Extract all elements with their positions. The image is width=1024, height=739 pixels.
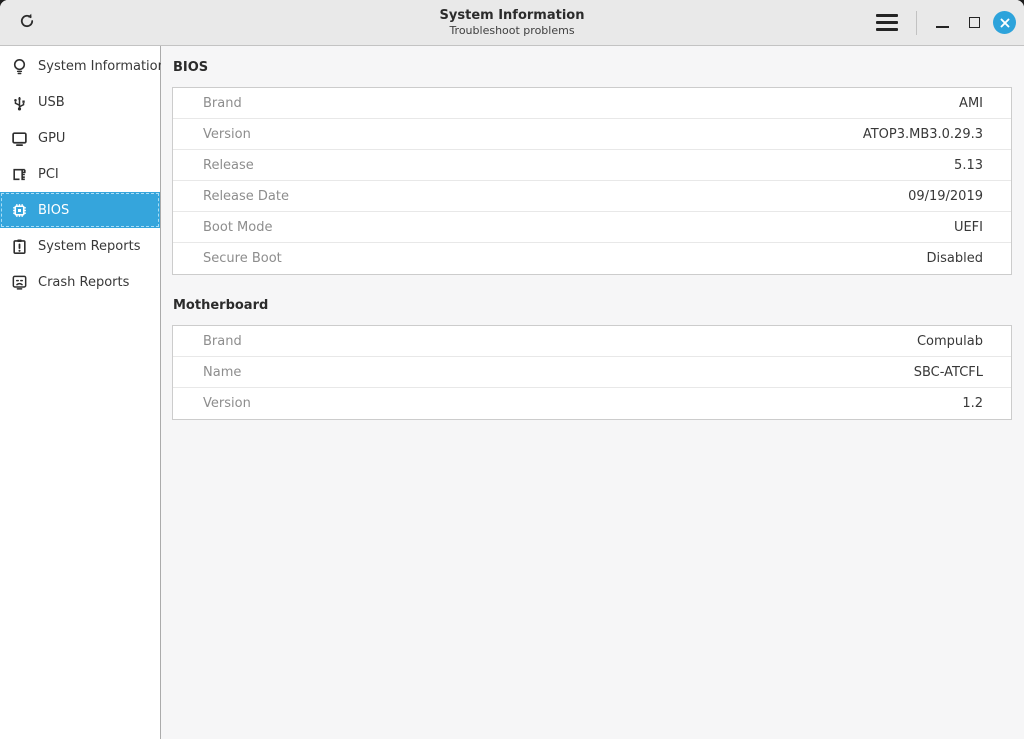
table-row: BrandCompulab xyxy=(173,326,1011,357)
section-title: BIOS xyxy=(173,60,1012,75)
sidebar-item-pci[interactable]: PCI xyxy=(0,156,160,192)
table-row: VersionATOP3.MB3.0.29.3 xyxy=(173,119,1011,150)
main-content: BIOSBrandAMIVersionATOP3.MB3.0.29.3Relea… xyxy=(161,46,1024,739)
row-value: 5.13 xyxy=(954,158,1011,173)
sidebar-item-label: System Reports xyxy=(38,239,140,254)
maximize-icon xyxy=(969,17,980,28)
row-label: Boot Mode xyxy=(173,220,954,235)
table-row: NameSBC-ATCFL xyxy=(173,357,1011,388)
lightbulb-icon xyxy=(10,57,28,75)
app-window: System Information Troubleshoot problems xyxy=(0,0,1024,739)
sidebar-item-label: Crash Reports xyxy=(38,275,129,290)
row-value: AMI xyxy=(959,96,1011,111)
table-row: Release Date09/19/2019 xyxy=(173,181,1011,212)
bios-section: BIOSBrandAMIVersionATOP3.MB3.0.29.3Relea… xyxy=(172,60,1012,275)
crash-face-icon xyxy=(10,273,28,291)
sidebar-item-label: USB xyxy=(38,95,65,110)
sidebar-item-bios[interactable]: BIOS xyxy=(0,192,160,228)
sidebar-item-usb[interactable]: USB xyxy=(0,84,160,120)
row-label: Release xyxy=(173,158,954,173)
row-value: ATOP3.MB3.0.29.3 xyxy=(863,127,1011,142)
sidebar: System Information USB GPU PCI BIOS System Re… xyxy=(0,46,161,739)
sidebar-item-label: System Information xyxy=(38,59,166,74)
motherboard-table: BrandCompulabNameSBC-ATCFLVersion1.2 xyxy=(172,325,1012,420)
sidebar-item-gpu[interactable]: GPU xyxy=(0,120,160,156)
hamburger-menu-button[interactable] xyxy=(870,8,904,38)
refresh-button[interactable] xyxy=(12,8,42,38)
table-row: Secure BootDisabled xyxy=(173,243,1011,274)
row-value: 09/19/2019 xyxy=(908,189,1011,204)
window-controls xyxy=(870,8,1024,38)
table-row: Boot ModeUEFI xyxy=(173,212,1011,243)
minimize-icon xyxy=(936,26,949,28)
window-title-group: System Information Troubleshoot problems xyxy=(440,8,585,38)
sidebar-item-crash-reports[interactable]: Crash Reports xyxy=(0,264,160,300)
clipboard-alert-icon xyxy=(10,237,28,255)
row-value: UEFI xyxy=(954,220,1011,235)
sidebar-item-label: GPU xyxy=(38,131,65,146)
row-label: Version xyxy=(173,127,863,142)
row-value: SBC-ATCFL xyxy=(914,365,1011,380)
row-label: Name xyxy=(173,365,914,380)
sidebar-item-system-reports[interactable]: System Reports xyxy=(0,228,160,264)
app-body: System Information USB GPU PCI BIOS System Re… xyxy=(0,46,1024,739)
controls-separator xyxy=(916,11,917,35)
pci-card-icon xyxy=(10,165,28,183)
table-row: Release5.13 xyxy=(173,150,1011,181)
window-title: System Information xyxy=(440,8,585,24)
close-icon xyxy=(999,17,1011,29)
motherboard-section: MotherboardBrandCompulabNameSBC-ATCFLVer… xyxy=(172,298,1012,420)
sidebar-item-label: BIOS xyxy=(38,203,69,218)
minimize-button[interactable] xyxy=(929,10,955,36)
maximize-button[interactable] xyxy=(961,10,987,36)
display-icon xyxy=(10,129,28,147)
row-label: Secure Boot xyxy=(173,251,927,266)
titlebar: System Information Troubleshoot problems xyxy=(0,0,1024,46)
sidebar-item-system-information[interactable]: System Information xyxy=(0,48,160,84)
row-value: Compulab xyxy=(917,334,1011,349)
sidebar-item-label: PCI xyxy=(38,167,59,182)
chip-icon xyxy=(10,201,28,219)
row-value: Disabled xyxy=(927,251,1011,266)
table-row: BrandAMI xyxy=(173,88,1011,119)
row-label: Brand xyxy=(173,96,959,111)
close-button[interactable] xyxy=(993,11,1016,34)
table-row: Version1.2 xyxy=(173,388,1011,419)
row-label: Version xyxy=(173,396,962,411)
row-label: Release Date xyxy=(173,189,908,204)
section-title: Motherboard xyxy=(173,298,1012,313)
row-label: Brand xyxy=(173,334,917,349)
usb-icon xyxy=(10,93,28,111)
bios-table: BrandAMIVersionATOP3.MB3.0.29.3Release5.… xyxy=(172,87,1012,275)
window-subtitle: Troubleshoot problems xyxy=(440,24,585,38)
row-value: 1.2 xyxy=(962,396,1011,411)
refresh-icon xyxy=(18,12,36,34)
